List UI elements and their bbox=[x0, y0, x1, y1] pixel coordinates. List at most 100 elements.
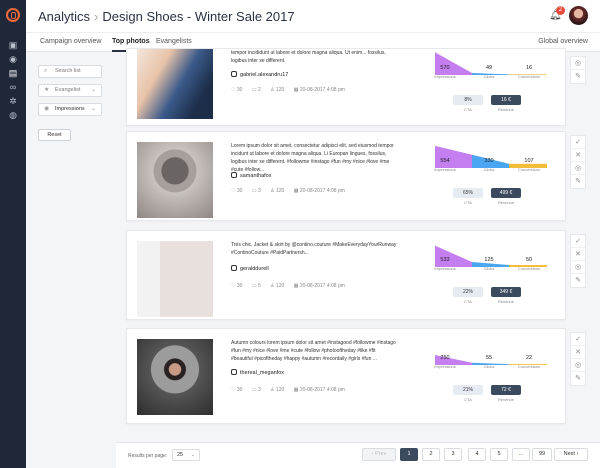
approve-icon[interactable]: ✓ bbox=[571, 235, 585, 248]
prev-page-button[interactable]: ‹ Prev bbox=[362, 448, 396, 461]
tab-evangelists[interactable]: Evangelists bbox=[156, 38, 192, 45]
hide-icon[interactable]: ◎ bbox=[571, 359, 585, 372]
analytics-icon[interactable]: ▤ bbox=[8, 68, 18, 78]
chevron-down-icon: ⌄ bbox=[90, 106, 96, 112]
post-handle-text: thereal_meganfox bbox=[240, 370, 285, 376]
post-photo[interactable] bbox=[137, 339, 213, 415]
post-handle[interactable]: samanthafox bbox=[231, 172, 272, 179]
page-button[interactable]: 5 bbox=[490, 448, 508, 461]
tab-global-overview[interactable]: Global overview bbox=[538, 38, 588, 45]
likes-count: ♡ 30 bbox=[231, 188, 243, 194]
approve-icon[interactable]: ✓ bbox=[571, 136, 585, 149]
next-page-button[interactable]: Next › bbox=[554, 448, 588, 461]
reach-count: ♙ 120 bbox=[270, 188, 285, 194]
search-input[interactable]: ⌕ Search list bbox=[38, 65, 102, 78]
clicks-label: Clicks bbox=[483, 74, 495, 79]
avatar[interactable] bbox=[569, 6, 588, 25]
page-button[interactable]: 1 bbox=[400, 448, 418, 461]
brand-logo-icon[interactable] bbox=[6, 8, 20, 22]
revenue-label: Revenue bbox=[497, 200, 514, 205]
post-photo[interactable] bbox=[137, 49, 213, 119]
metric-select[interactable]: ◉ Impressions ⌄ bbox=[38, 103, 102, 116]
impressions-value: 250 bbox=[440, 355, 450, 361]
revenue-label: Revenue bbox=[497, 107, 514, 112]
post-photo[interactable] bbox=[137, 142, 213, 218]
clicks-value: 55 bbox=[485, 355, 493, 361]
pin-icon[interactable]: ✎ bbox=[571, 175, 585, 188]
impressions-area bbox=[435, 145, 472, 168]
reach-count-value: 120 bbox=[276, 283, 285, 289]
ctr-value: 22% bbox=[453, 287, 483, 297]
revenue-value: 16 € bbox=[491, 95, 521, 105]
hide-icon[interactable]: ◎ bbox=[571, 162, 585, 175]
post-date: ▦ 20-08-2017 4:08 pm bbox=[293, 283, 345, 289]
link-icon[interactable]: ∞ bbox=[8, 82, 18, 92]
ctr-value: 8% bbox=[453, 95, 483, 105]
hide-icon[interactable]: ◎ bbox=[571, 261, 585, 274]
reach-count: ♙ 120 bbox=[270, 387, 285, 393]
settings-icon[interactable]: ✲ bbox=[8, 96, 18, 106]
impressions-area bbox=[435, 52, 472, 75]
instagram-icon bbox=[231, 265, 237, 271]
hide-icon[interactable]: ◎ bbox=[571, 57, 585, 70]
reject-icon[interactable]: ✕ bbox=[571, 346, 585, 359]
comments-count-value: 3 bbox=[257, 387, 261, 393]
approve-icon[interactable]: ✓ bbox=[571, 333, 585, 346]
impressions-label: Impressions bbox=[434, 167, 456, 172]
page-button[interactable]: 4 bbox=[468, 448, 486, 461]
post-handle[interactable]: thereal_meganfox bbox=[231, 369, 284, 376]
reach-count-value: 120 bbox=[276, 87, 285, 93]
next-page-label: Next bbox=[563, 451, 575, 457]
post-handle[interactable]: gabriel.alexandru17 bbox=[231, 71, 288, 78]
campaign-icon[interactable]: ▣ bbox=[8, 40, 18, 50]
tab-campaign-overview[interactable]: Campaign overview bbox=[40, 38, 101, 45]
post-photo[interactable] bbox=[137, 241, 213, 317]
chevron-down-icon: ⌄ bbox=[90, 87, 96, 93]
post-meta: ♡ 30 ▭ 2 ♙ 120 ▦ 20-08-2017 4:08 pm bbox=[231, 87, 353, 93]
post-date-value: 20-08-2017 4:08 pm bbox=[299, 387, 345, 393]
notification-badge: 2 bbox=[556, 6, 565, 15]
reject-icon[interactable]: ✕ bbox=[571, 149, 585, 162]
page-button[interactable]: 3 bbox=[444, 448, 462, 461]
results-per-page-select[interactable]: 25 ⌄ bbox=[172, 449, 200, 461]
likes-count: ♡ 30 bbox=[231, 87, 243, 93]
card-actions: ✓ ✕ ◎ ✎ bbox=[570, 135, 586, 189]
breadcrumb-app[interactable]: Analytics bbox=[38, 9, 90, 24]
post-caption: tempor incididunt ut labore et dolore ma… bbox=[231, 50, 386, 64]
impressions-value: 554 bbox=[440, 158, 450, 164]
impressions-label: Impressions bbox=[434, 364, 456, 369]
revenue-value: 349 € bbox=[491, 287, 521, 297]
comments-count: ▭ 2 bbox=[251, 87, 261, 93]
card-actions: ◎ ✎ bbox=[570, 56, 586, 84]
ctr-value: 65% bbox=[453, 188, 483, 198]
reject-icon[interactable]: ✕ bbox=[571, 248, 585, 261]
evangelist-select-label: Evangelist bbox=[55, 87, 81, 93]
pin-icon[interactable]: ✎ bbox=[571, 70, 585, 83]
reset-button[interactable]: Reset bbox=[38, 129, 71, 141]
likes-count-value: 30 bbox=[236, 87, 243, 93]
evangelist-select[interactable]: ★ Evangelist ⌄ bbox=[38, 84, 102, 97]
conversions-label: Conversions bbox=[517, 74, 541, 79]
post-caption: Trés chic. Jacket & skirt by @contino.co… bbox=[231, 242, 397, 256]
page-button[interactable]: 2 bbox=[422, 448, 440, 461]
reach-count-value: 120 bbox=[276, 188, 285, 194]
conversions-value: 22 bbox=[525, 355, 533, 361]
post-meta: ♡ 30 ▭ 3 ♙ 120 ▦ 20-08-2017 4:08 pm bbox=[231, 188, 353, 194]
pin-icon[interactable]: ✎ bbox=[571, 372, 585, 385]
post-handle-text: geralddurell bbox=[240, 266, 269, 272]
users-icon[interactable]: ◉ bbox=[8, 54, 18, 64]
post-date: ▦ 20-08-2017 4:08 pm bbox=[293, 387, 345, 393]
page-button[interactable]: 99 bbox=[532, 448, 552, 461]
pin-icon[interactable]: ✎ bbox=[571, 274, 585, 287]
funnel-chart bbox=[435, 52, 547, 75]
globe-icon[interactable]: ◍ bbox=[8, 110, 18, 120]
star-icon: ★ bbox=[44, 87, 50, 93]
revenue-label: Revenue bbox=[497, 299, 514, 304]
clicks-label: Clicks bbox=[483, 364, 495, 369]
comments-count: ▭ 3 bbox=[251, 387, 261, 393]
post-handle[interactable]: geralddurell bbox=[231, 265, 269, 272]
tab-top-photos[interactable]: Top photos bbox=[112, 38, 150, 52]
post-handle-text: samanthafox bbox=[240, 173, 272, 179]
breadcrumb-campaign: Design Shoes - Winter Sale 2017 bbox=[102, 9, 295, 24]
post-date-value: 20-08-2017 4:08 pm bbox=[299, 87, 345, 93]
